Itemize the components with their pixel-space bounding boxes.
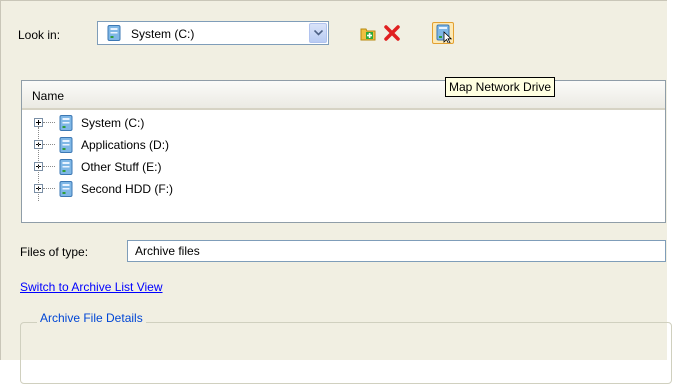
look-in-value: System (C:) bbox=[131, 27, 195, 41]
drive-icon bbox=[59, 181, 74, 200]
map-network-drive-button[interactable] bbox=[432, 22, 454, 44]
tree-item-label: System (C:) bbox=[81, 116, 145, 130]
files-of-type-field[interactable]: Archive files bbox=[127, 240, 666, 262]
delete-icon bbox=[381, 22, 403, 44]
tree-item[interactable]: System (C:) bbox=[22, 112, 665, 135]
look-in-combobox[interactable]: System (C:) bbox=[97, 21, 329, 45]
tree-item[interactable]: Applications (D:) bbox=[22, 126, 665, 157]
archive-file-details-title: Archive File Details bbox=[37, 311, 146, 325]
files-of-type-label: Files of type: bbox=[20, 245, 89, 259]
directory-tree[interactable]: Name System (C:) Applications (D:) Other… bbox=[21, 80, 666, 223]
drive-icon bbox=[59, 137, 74, 156]
tree-item-label: Other Stuff (E:) bbox=[81, 160, 162, 174]
archive-file-details-group bbox=[20, 322, 672, 384]
file-chooser-panel: Look in: System (C:) Name System (C:) Ap… bbox=[0, 0, 672, 384]
map-network-drive-icon bbox=[433, 23, 453, 43]
drive-icon bbox=[59, 115, 74, 134]
files-of-type-value: Archive files bbox=[135, 244, 200, 258]
delete-button[interactable] bbox=[381, 22, 403, 44]
new-folder-icon bbox=[357, 22, 379, 44]
new-folder-button[interactable] bbox=[357, 22, 379, 44]
tree-item-label: Second HDD (F:) bbox=[81, 182, 174, 196]
tree-item[interactable]: Other Stuff (E:) bbox=[22, 148, 665, 179]
switch-to-archive-list-view-link[interactable]: Switch to Archive List View bbox=[20, 280, 163, 294]
drive-icon bbox=[59, 159, 74, 178]
map-network-drive-tooltip: Map Network Drive bbox=[445, 77, 556, 97]
tree-item-label: Applications (D:) bbox=[81, 138, 170, 152]
name-column-header[interactable]: Name bbox=[22, 81, 665, 110]
tree-item[interactable]: Second HDD (F:) bbox=[22, 170, 665, 201]
chevron-down-icon[interactable] bbox=[309, 23, 327, 43]
drive-icon bbox=[107, 25, 122, 44]
look-in-label: Look in: bbox=[18, 28, 61, 42]
